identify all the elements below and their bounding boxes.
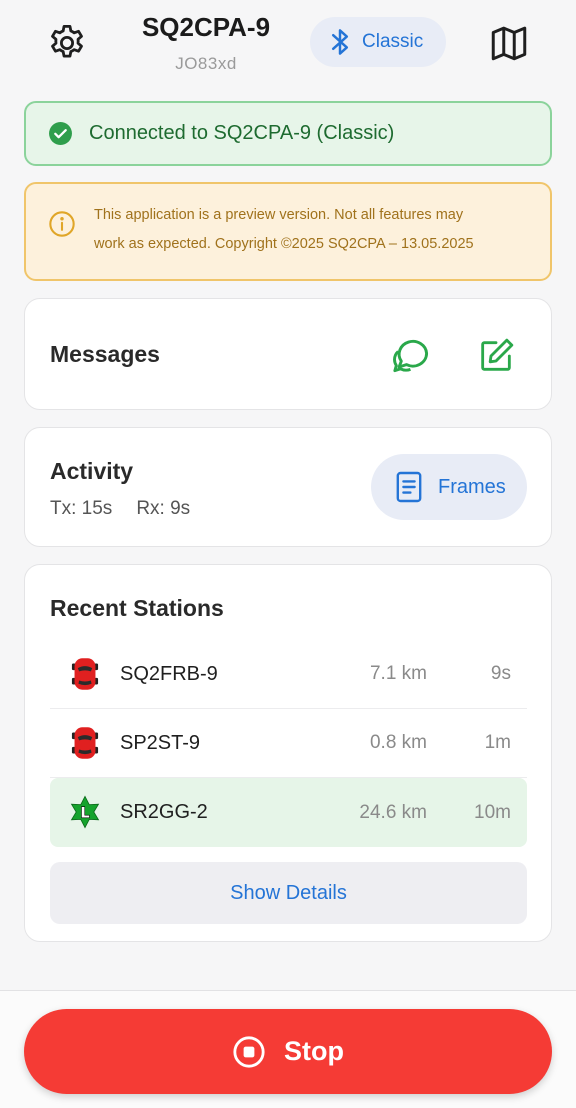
bluetooth-icon (331, 29, 349, 55)
station-row[interactable]: L SR2GG-2 24.6 km 10m (50, 778, 527, 847)
station-list: SQ2FRB-9 7.1 km 9s SP2ST-9 0.8 km 1m L S… (50, 640, 527, 847)
activity-title: Activity (50, 458, 134, 484)
compose-icon (481, 338, 514, 371)
station-age: 1m (484, 732, 511, 753)
station-age: 9s (490, 663, 511, 684)
car-icon (68, 657, 102, 691)
tx-stat: Tx: 15s (50, 498, 113, 519)
connection-status-banner: Connected to SQ2CPA-9 (Classic) (24, 101, 552, 166)
digipeater-star-icon: L (68, 795, 102, 829)
document-icon (396, 471, 422, 503)
stop-label: Stop (284, 1036, 344, 1066)
recent-stations-title: Recent Stations (50, 595, 224, 621)
map-icon (491, 26, 527, 61)
station-distance: 0.8 km (369, 732, 427, 753)
station-distance: 24.6 km (359, 801, 427, 823)
connection-mode-label: Classic (362, 31, 424, 52)
compose-message-button[interactable] (474, 334, 518, 378)
map-button[interactable] (484, 18, 534, 68)
rx-stat: Rx: 9s (136, 498, 191, 519)
preview-notice-text: This application is a preview version. N… (94, 201, 474, 259)
activity-card: Activity Tx: 15s Rx: 9s Frames (24, 427, 552, 547)
info-circle-icon (49, 211, 75, 237)
chat-bubbles-icon (393, 339, 429, 373)
recent-stations-card: Recent Stations SQ2FRB-9 7.1 km 9s SP2ST… (24, 564, 552, 942)
preview-notice-line-2: work as expected. Copyright ©2025 SQ2CPA… (94, 236, 474, 252)
gear-icon (51, 24, 83, 58)
connection-status-text: Connected to SQ2CPA-9 (Classic) (89, 122, 395, 144)
frames-button[interactable]: Frames (371, 454, 527, 520)
frames-label: Frames (438, 475, 506, 498)
station-callsign: SQ2CPA-9 (141, 12, 271, 42)
station-row[interactable]: SQ2FRB-9 7.1 km 9s (50, 640, 527, 709)
station-name: SP2ST-9 (120, 731, 201, 754)
connection-mode-pill[interactable]: Classic (310, 17, 446, 67)
preview-notice-banner: This application is a preview version. N… (24, 182, 552, 281)
station-age: 10m (474, 801, 511, 823)
station-row[interactable]: SP2ST-9 0.8 km 1m (50, 709, 527, 778)
stop-button[interactable]: Stop (24, 1009, 552, 1094)
station-name: SQ2FRB-9 (120, 662, 218, 685)
station-locator: JO83xd (175, 54, 237, 73)
settings-button[interactable] (42, 18, 92, 68)
activity-stats: Tx: 15s Rx: 9s (50, 498, 190, 520)
car-icon (68, 726, 102, 760)
messages-card: Messages (24, 298, 552, 410)
preview-notice-line-1: This application is a preview version. N… (94, 207, 464, 223)
show-details-button[interactable]: Show Details (50, 862, 527, 924)
station-name: SR2GG-2 (120, 801, 208, 823)
digipeater-letter: L (80, 806, 89, 822)
open-messages-button[interactable] (389, 334, 433, 378)
station-distance: 7.1 km (369, 663, 427, 684)
messages-title: Messages (50, 341, 160, 367)
check-circle-icon (49, 122, 72, 145)
stop-circle-icon (233, 1035, 265, 1068)
app-header: SQ2CPA-9 JO83xd Classic (0, 0, 576, 90)
